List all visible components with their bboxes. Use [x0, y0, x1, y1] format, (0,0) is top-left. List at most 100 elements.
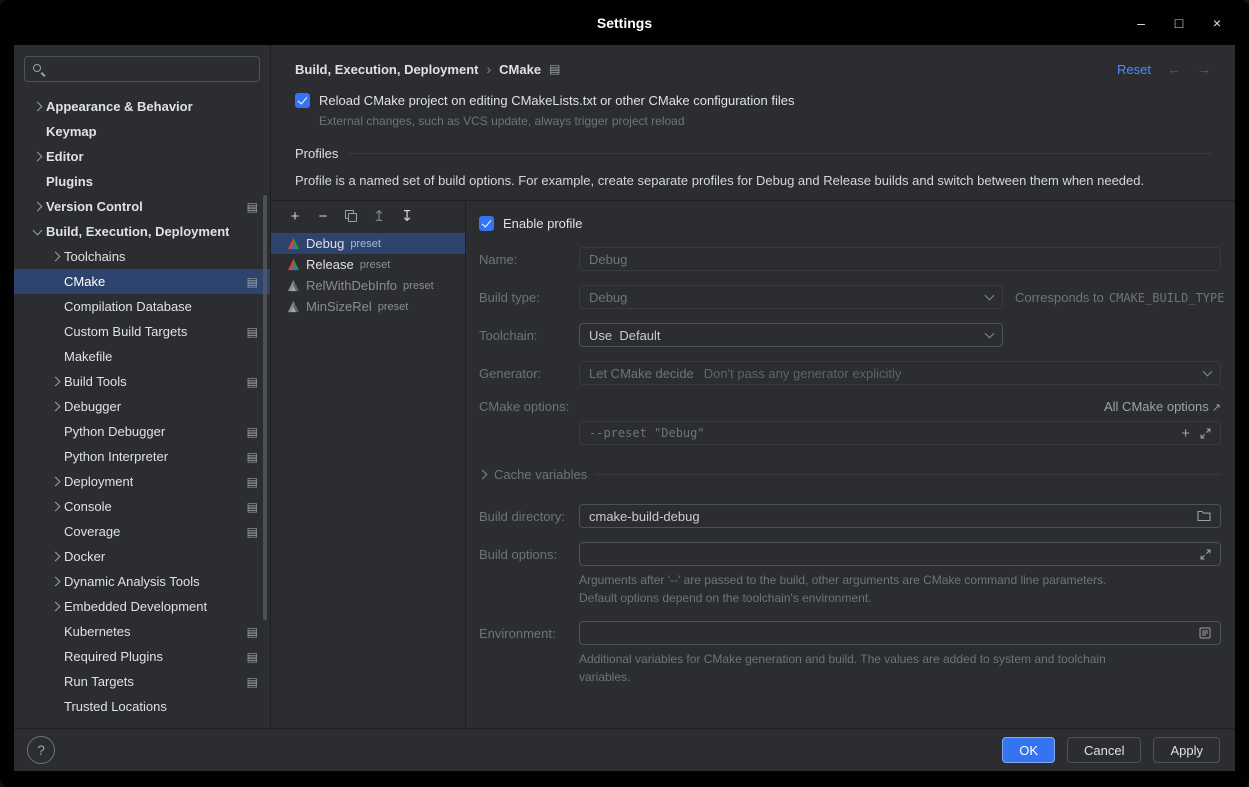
remove-profile-button[interactable]: − [311, 205, 335, 227]
chevron-right-icon[interactable] [46, 599, 64, 615]
sidebar-item-python-interpreter[interactable]: Python Interpreter▤ [14, 444, 270, 469]
cmake-build-type-code: CMAKE_BUILD_TYPE [1109, 291, 1225, 305]
sidebar-item-deployment[interactable]: Deployment▤ [14, 469, 270, 494]
add-option-icon[interactable]: + [1181, 426, 1190, 441]
sidebar-item-appearance-behavior[interactable]: Appearance & Behavior [14, 94, 270, 119]
reload-hint: External changes, such as VCS update, al… [319, 113, 1211, 130]
move-up-button[interactable]: ↥ [367, 205, 391, 227]
profiles-area: + − ↥ ↧ DebugpresetReleasepresetRelWithD… [271, 200, 1235, 728]
chevron-placeholder [46, 299, 64, 315]
breadcrumb: Build, Execution, Deployment › CMake ▤ R… [271, 45, 1235, 85]
sidebar-item-build-tools[interactable]: Build Tools▤ [14, 369, 270, 394]
name-value: Debug [589, 252, 627, 267]
chevron-placeholder [46, 449, 64, 465]
checkbox-checked-icon[interactable] [295, 93, 310, 108]
chevron-down-icon [985, 291, 995, 301]
ok-button[interactable]: OK [1002, 737, 1055, 763]
chevron-right-icon[interactable] [46, 549, 64, 565]
reset-link[interactable]: Reset [1117, 62, 1151, 77]
add-profile-button[interactable]: + [283, 205, 307, 227]
sidebar-item-debugger[interactable]: Debugger [14, 394, 270, 419]
chevron-right-icon[interactable] [28, 199, 46, 215]
sidebar-item-cmake[interactable]: CMake▤ [14, 269, 270, 294]
enable-profile-checkbox[interactable]: Enable profile [479, 216, 1221, 231]
sidebar-item-custom-build-targets[interactable]: Custom Build Targets▤ [14, 319, 270, 344]
forward-arrow-icon[interactable]: → [1197, 61, 1211, 77]
breadcrumb-current: CMake [499, 62, 541, 77]
sidebar-item-compilation-database[interactable]: Compilation Database [14, 294, 270, 319]
sidebar-item-label: Docker [64, 549, 105, 564]
profile-item-minsizerel[interactable]: MinSizeRelpreset [271, 296, 465, 317]
generator-select: Let CMake decide Don't pass any generato… [579, 361, 1221, 385]
help-button[interactable]: ? [27, 736, 55, 764]
settings-search-input[interactable] [51, 61, 259, 78]
toolchain-select[interactable]: Use Default [579, 323, 1003, 347]
minimize-button[interactable]: – [1129, 11, 1153, 35]
breadcrumb-parent[interactable]: Build, Execution, Deployment [295, 62, 478, 77]
all-cmake-options-link[interactable]: All CMake options↗ [1104, 399, 1221, 414]
chevron-right-icon[interactable] [46, 499, 64, 515]
build-directory-input[interactable]: cmake-build-debug [579, 504, 1221, 528]
build-options-input[interactable] [579, 542, 1221, 566]
chevron-right-icon[interactable] [46, 249, 64, 265]
sidebar-item-docker[interactable]: Docker [14, 544, 270, 569]
name-label: Name: [479, 252, 579, 267]
reload-cmake-checkbox[interactable]: Reload CMake project on editing CMakeLis… [295, 93, 1211, 108]
cmake-options-input: --preset "Debug" + [579, 421, 1221, 445]
sidebar-item-label: Editor [46, 149, 84, 164]
sidebar-item-label: Debugger [64, 399, 121, 414]
chevron-right-icon[interactable] [46, 399, 64, 415]
sidebar-item-makefile[interactable]: Makefile [14, 344, 270, 369]
profile-item-debug[interactable]: Debugpreset [271, 233, 465, 254]
sidebar-item-version-control[interactable]: Version Control▤ [14, 194, 270, 219]
sidebar-item-build-execution-deployment[interactable]: Build, Execution, Deployment [14, 219, 270, 244]
search-icon [32, 63, 45, 76]
profiles-section-title: Profiles [295, 146, 338, 161]
move-down-button[interactable]: ↧ [395, 205, 419, 227]
sidebar-item-console[interactable]: Console▤ [14, 494, 270, 519]
cancel-button[interactable]: Cancel [1067, 737, 1141, 763]
checkbox-checked-icon[interactable] [479, 216, 494, 231]
chevron-down-icon[interactable] [28, 224, 46, 240]
chevron-right-icon[interactable] [28, 99, 46, 115]
copy-profile-button[interactable] [339, 205, 363, 227]
expand-editor-icon[interactable] [1200, 549, 1211, 560]
sidebar-item-keymap[interactable]: Keymap [14, 119, 270, 144]
close-button[interactable]: × [1205, 11, 1229, 35]
sidebar-item-editor[interactable]: Editor [14, 144, 270, 169]
sidebar-item-dynamic-analysis-tools[interactable]: Dynamic Analysis Tools [14, 569, 270, 594]
sidebar-item-trusted-locations[interactable]: Trusted Locations [14, 694, 270, 719]
profile-name: MinSizeRel [306, 299, 372, 314]
chevron-right-icon[interactable] [46, 574, 64, 590]
chevron-right-icon[interactable] [46, 474, 64, 490]
sidebar-item-run-targets[interactable]: Run Targets▤ [14, 669, 270, 694]
sidebar-scrollbar[interactable] [263, 195, 267, 620]
environment-variables-icon[interactable] [1199, 627, 1211, 639]
folder-icon[interactable] [1197, 510, 1211, 522]
sidebar-item-label: Build Tools [64, 374, 127, 389]
sidebar-item-kubernetes[interactable]: Kubernetes▤ [14, 619, 270, 644]
cache-variables-label: Cache variables [494, 467, 587, 482]
sidebar-item-coverage[interactable]: Coverage▤ [14, 519, 270, 544]
sidebar-item-toolchains[interactable]: Toolchains [14, 244, 270, 269]
profile-item-relwithdebinfo[interactable]: RelWithDebInfopreset [271, 275, 465, 296]
environment-input[interactable] [579, 621, 1221, 645]
profile-item-release[interactable]: Releasepreset [271, 254, 465, 275]
sidebar-item-python-debugger[interactable]: Python Debugger▤ [14, 419, 270, 444]
apply-button[interactable]: Apply [1153, 737, 1220, 763]
search-box[interactable] [24, 56, 260, 82]
profile-preset-tag: preset [403, 280, 434, 292]
chevron-placeholder [46, 649, 64, 665]
settings-window: Settings – □ × Appearance & BehaviorKeym… [0, 0, 1249, 787]
restore-button[interactable]: □ [1167, 11, 1191, 35]
back-arrow-icon[interactable]: ← [1167, 61, 1181, 77]
sidebar-item-required-plugins[interactable]: Required Plugins▤ [14, 644, 270, 669]
chevron-right-icon[interactable] [46, 374, 64, 390]
sidebar-item-embedded-development[interactable]: Embedded Development [14, 594, 270, 619]
chevron-right-icon[interactable] [28, 149, 46, 165]
cache-variables-toggle[interactable]: Cache variables [479, 467, 1221, 482]
sidebar-item-label: Toolchains [64, 249, 125, 264]
cmake-logo-icon [287, 300, 300, 313]
sidebar-item-plugins[interactable]: Plugins [14, 169, 270, 194]
expand-editor-icon[interactable] [1200, 428, 1211, 439]
